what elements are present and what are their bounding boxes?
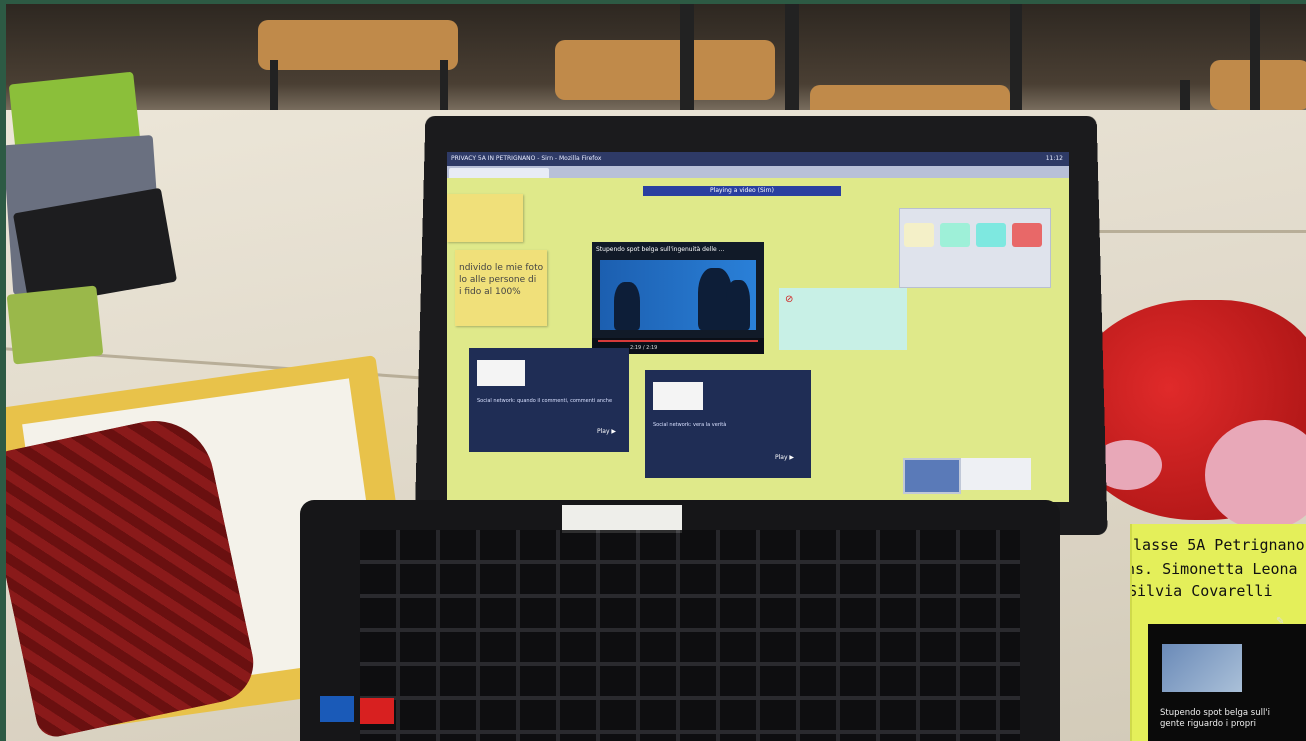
card-text: Social network: quando il commenti, comm…	[477, 398, 613, 404]
playing-banner: Playing a video (Sirn)	[643, 186, 841, 196]
video-frame	[600, 260, 756, 330]
chair-leg	[785, 0, 799, 120]
photo-scene: PRIVACY 5A IN PETRIGNANO - Sirn - Mozill…	[0, 0, 1306, 741]
chair-leg	[1010, 0, 1022, 120]
mini-window	[903, 458, 961, 494]
card-play-button[interactable]: Play ▶	[775, 454, 794, 461]
colored-book	[6, 285, 104, 365]
window-title-bar: PRIVACY 5A IN PETRIGNANO - Sirn - Mozill…	[447, 152, 1069, 166]
sticky-line: ndivido le mie foto	[459, 263, 544, 273]
card-thumbnail	[653, 382, 703, 410]
overlay-card-text: Stupendo spot belga sull'i	[1160, 708, 1271, 718]
frame-border	[0, 0, 6, 741]
overlay-video-card: ✎ Stupendo spot belga sull'i gente rigua…	[1148, 616, 1306, 741]
app-panel	[899, 208, 1051, 288]
sticky-note: ndivido le mie foto lo alle persone di i…	[455, 250, 547, 326]
prohibited-icon: ⊘	[785, 294, 794, 305]
window-title: PRIVACY 5A IN PETRIGNANO - Sirn - Mozill…	[451, 155, 602, 162]
chair	[258, 20, 458, 70]
chair	[555, 40, 775, 100]
sticky-line: i fido al 100%	[459, 287, 521, 297]
video-progress-bar[interactable]	[598, 340, 758, 342]
overlay-thumbnail	[1162, 644, 1242, 692]
browser-tab-bar	[447, 166, 1069, 178]
card-play-button[interactable]: Play ▶	[597, 428, 616, 435]
caption-overlay: classe 5A Petrignano ns. Simonetta Leona…	[1130, 524, 1306, 741]
card-text: Social network: vera la verità	[653, 422, 727, 428]
silhouette	[614, 282, 640, 330]
intel-sticker	[320, 696, 354, 722]
browser-tab[interactable]	[449, 168, 549, 178]
pin-icon: ✎	[1276, 616, 1285, 627]
silhouette	[726, 280, 750, 330]
card-thumbnail	[477, 360, 525, 386]
overlay-card-text: gente riguardo i propri	[1160, 719, 1256, 729]
mini-calendar	[961, 458, 1031, 490]
brand-sticker	[360, 698, 394, 724]
video-title: Stupendo spot belga sull'ingenuità delle…	[596, 246, 725, 253]
label-sticker	[562, 505, 682, 533]
overlay-teacher-line: ns. Simonetta Leona	[1130, 560, 1298, 578]
blocked-note: ⊘	[779, 288, 907, 350]
swatch[interactable]	[976, 223, 1006, 247]
overlay-class-line: classe 5A Petrignano	[1130, 536, 1305, 554]
keyboard-rows	[360, 530, 1020, 741]
chair-leg	[680, 0, 694, 110]
video-card[interactable]: Social network: quando il commenti, comm…	[469, 348, 629, 452]
video-card[interactable]: Social network: vera la verità Play ▶	[645, 370, 811, 478]
frame-border	[0, 0, 1306, 4]
swatch[interactable]	[1012, 223, 1042, 247]
overlay-teacher2-line: Silvia Covarelli	[1130, 582, 1273, 600]
swatch[interactable]	[904, 223, 934, 247]
laptop-screen: PRIVACY 5A IN PETRIGNANO - Sirn - Mozill…	[447, 152, 1069, 502]
system-tray-clock: 11:12	[1045, 155, 1063, 162]
video-time: 2:19 / 2:19	[630, 345, 658, 351]
sticky-line: lo alle persone di	[459, 275, 537, 285]
video-player[interactable]: Stupendo spot belga sull'ingenuità delle…	[592, 242, 764, 354]
sticky-note	[447, 194, 523, 242]
swatch[interactable]	[940, 223, 970, 247]
